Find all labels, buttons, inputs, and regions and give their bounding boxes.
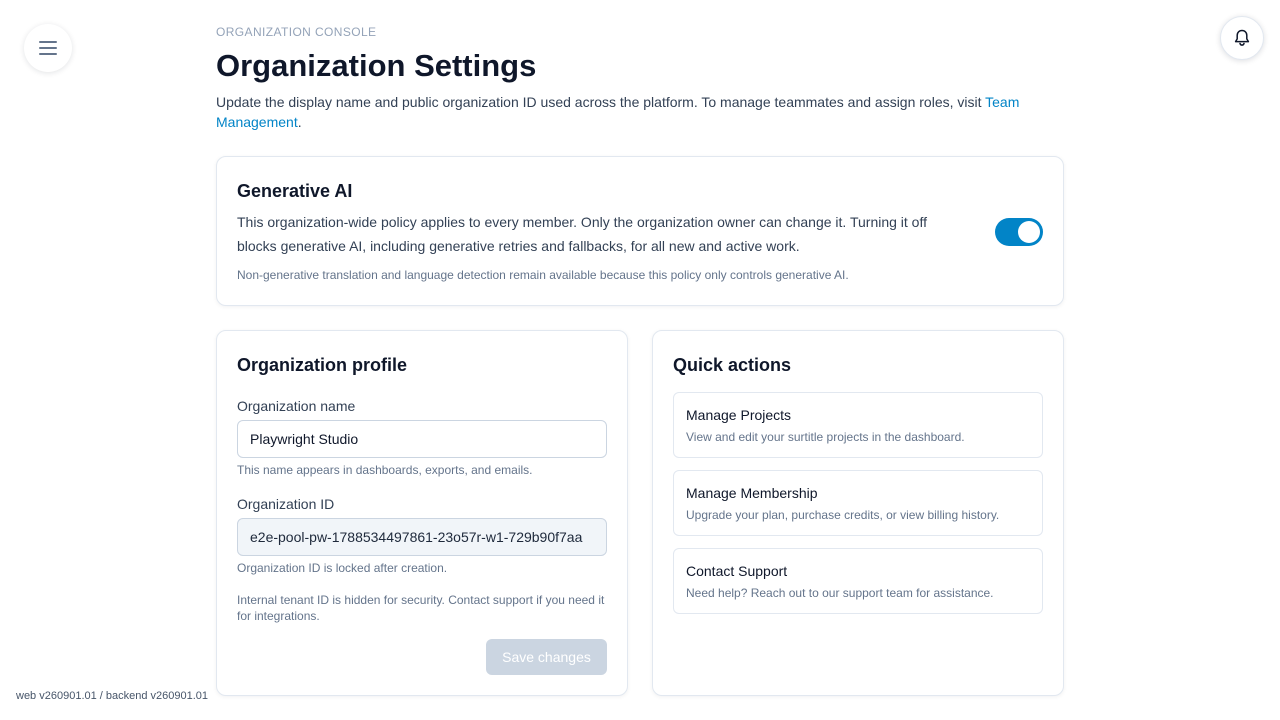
org-id-label: Organization ID [237, 496, 335, 512]
profile-title: Organization profile [237, 355, 408, 375]
org-name-label: Organization name [237, 398, 356, 414]
intro-end: . [297, 114, 302, 130]
hamburger-menu-icon [39, 41, 57, 55]
quick-action-title: Manage Projects [686, 407, 792, 423]
toggle-knob [1018, 221, 1040, 243]
quick-action-manage-membership[interactable]: Manage Membership Upgrade your plan, pur… [673, 470, 1043, 536]
version-footer: web v260901.01 / backend v260901.01 [16, 690, 209, 702]
org-id-help: Organization ID is locked after creation… [237, 561, 448, 575]
tenant-id-note: Internal tenant ID is hidden for securit… [237, 593, 605, 623]
generative-ai-title: Generative AI [237, 181, 353, 201]
quick-actions-title: Quick actions [673, 355, 792, 375]
generative-ai-card: Generative AI This organization-wide pol… [216, 156, 1064, 306]
notifications-button[interactable] [1220, 16, 1264, 60]
org-name-input[interactable] [237, 420, 607, 458]
generative-ai-toggle[interactable] [995, 218, 1043, 246]
intro-text: Update the display name and public organ… [216, 94, 986, 110]
page-title: Organization Settings [216, 48, 537, 83]
org-name-help: This name appears in dashboards, exports… [237, 463, 533, 477]
quick-action-description: Upgrade your plan, purchase credits, or … [686, 508, 1000, 522]
quick-action-title: Contact Support [686, 563, 788, 579]
generative-ai-description: This organization-wide policy applies to… [237, 214, 927, 254]
menu-button[interactable] [24, 24, 72, 72]
generative-ai-note: Non-generative translation and language … [237, 268, 849, 282]
page-eyebrow: ORGANIZATION CONSOLE [216, 25, 377, 39]
quick-action-description: View and edit your surtitle projects in … [686, 430, 965, 444]
quick-action-description: Need help? Reach out to our support team… [686, 586, 994, 600]
quick-action-contact-support[interactable]: Contact Support Need help? Reach out to … [673, 548, 1043, 614]
quick-action-manage-projects[interactable]: Manage Projects View and edit your surti… [673, 392, 1043, 458]
organization-profile-card: Organization profile Organization name T… [216, 330, 628, 696]
quick-action-title: Manage Membership [686, 485, 818, 501]
bell-icon [1234, 29, 1250, 46]
page-intro: Update the display name and public organ… [216, 92, 1036, 132]
org-id-input[interactable] [237, 518, 607, 556]
quick-actions-card: Quick actions Manage Projects View and e… [652, 330, 1064, 696]
save-changes-button[interactable]: Save changes [486, 639, 607, 675]
